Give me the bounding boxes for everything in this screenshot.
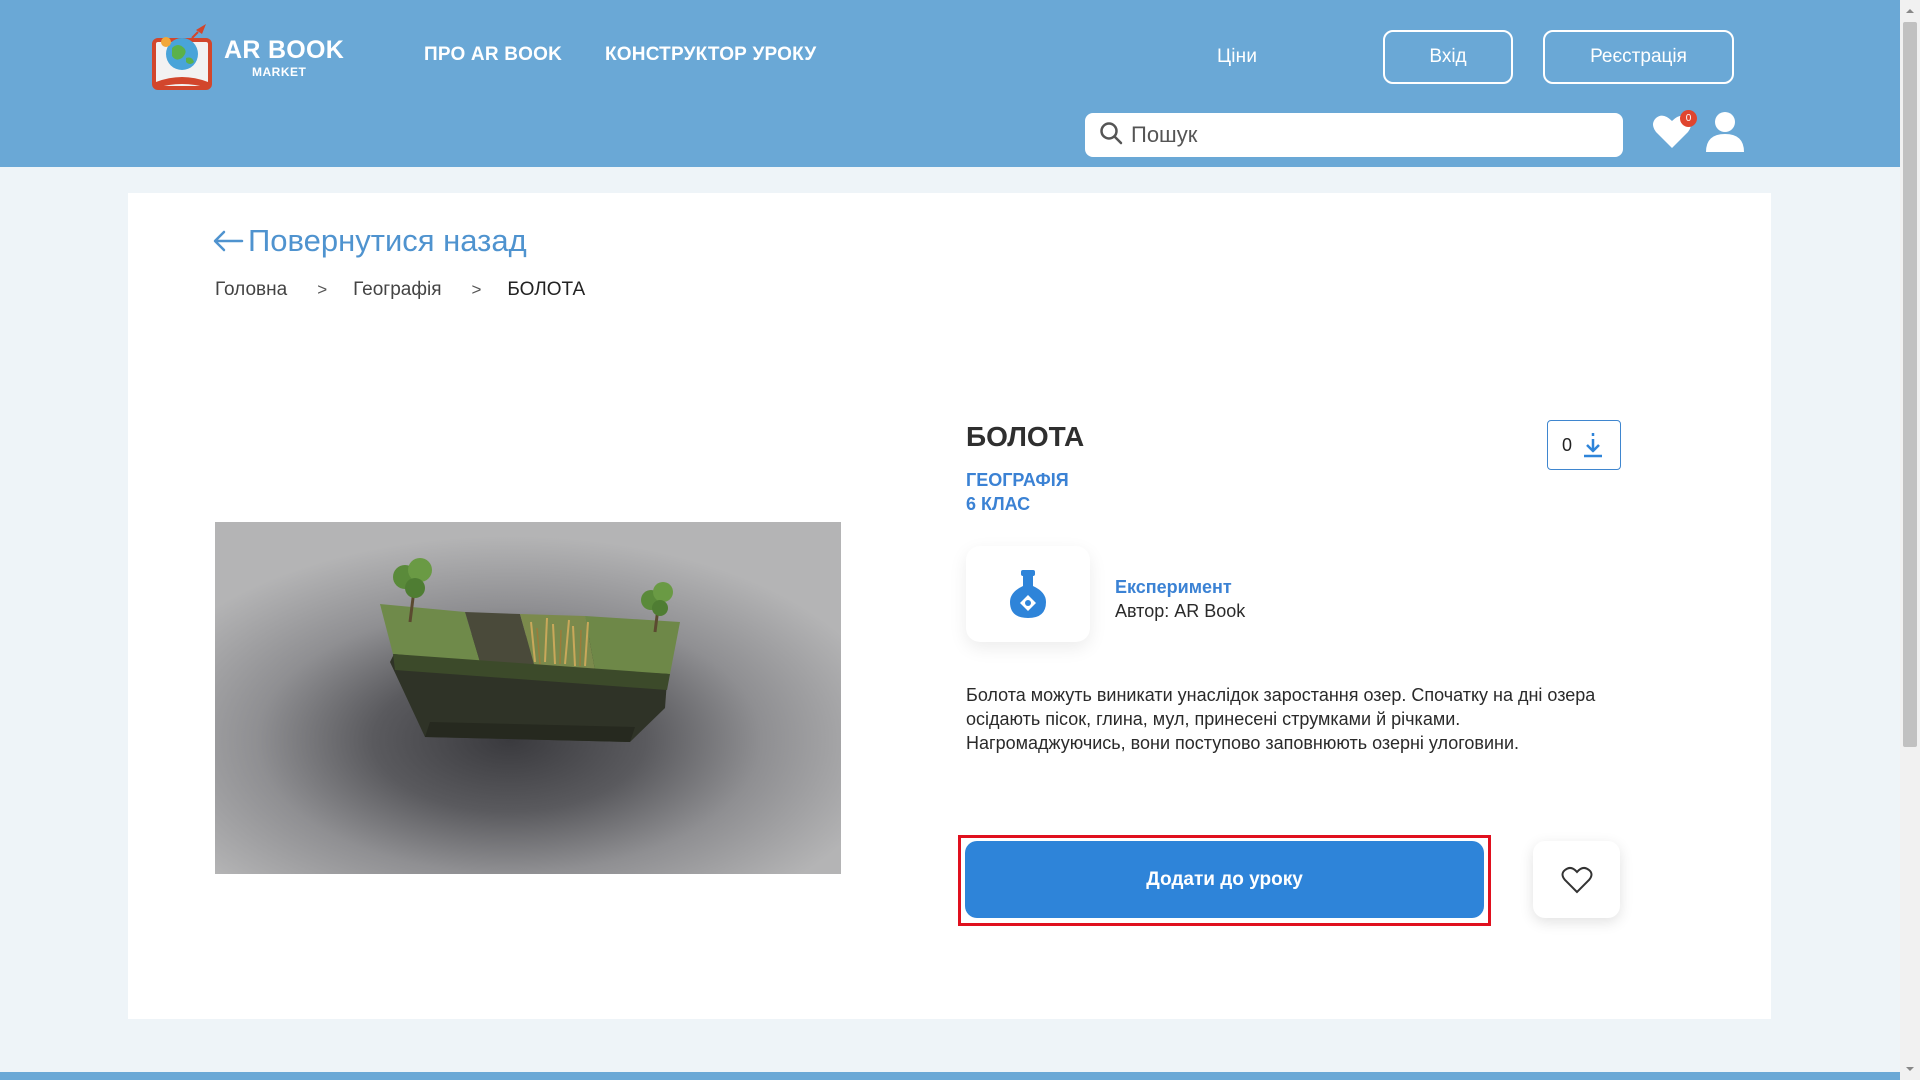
download-button[interactable]: 0 (1547, 420, 1621, 470)
breadcrumb-separator: > (471, 280, 482, 299)
breadcrumb-subject[interactable]: Географія (353, 279, 441, 301)
item-title: БОЛОТА (966, 421, 1085, 452)
item-type-badge (966, 546, 1090, 642)
user-icon (1706, 112, 1744, 152)
login-button[interactable]: Вхід (1383, 30, 1513, 84)
logo-title: AR BOOK (224, 36, 345, 64)
scroll-down-icon[interactable] (1905, 1064, 1915, 1074)
search-input[interactable] (1131, 122, 1611, 148)
footer-strip (0, 1072, 1900, 1080)
item-type-label: Експеримент (1115, 577, 1232, 597)
breadcrumb-separator: > (317, 280, 328, 299)
flask-icon (1010, 570, 1046, 618)
favorites-count-badge: 0 (1680, 110, 1697, 127)
add-to-lesson-button[interactable]: Додати до уроку (965, 841, 1484, 918)
breadcrumb-home[interactable]: Головна (215, 279, 287, 301)
register-button[interactable]: Реєстрація (1543, 30, 1734, 84)
nav-prices[interactable]: Ціни (1217, 46, 1257, 68)
add-to-favorites-button[interactable] (1533, 841, 1620, 918)
favorites-button[interactable]: 0 (1652, 110, 1697, 152)
item-description: Болота можуть виникати унаслідок зароста… (966, 685, 1596, 753)
book-globe-logo-icon (148, 22, 216, 94)
item-author: Автор: AR Book (1115, 601, 1246, 621)
arrow-left-icon (213, 230, 244, 252)
scrollbar-thumb[interactable] (1903, 22, 1917, 747)
heart-outline-icon (1561, 866, 1592, 893)
breadcrumb: Головна > Географія > БОЛОТА (215, 279, 585, 301)
search-icon (1099, 121, 1123, 150)
logo-subtitle: MARKET (252, 65, 307, 79)
download-icon (1584, 433, 1603, 458)
page-scrollbar[interactable] (1900, 0, 1920, 1080)
back-link-label: Повернутися назад (248, 223, 527, 258)
item-card: Повернутися назад Головна > Географія > … (128, 193, 1771, 1019)
breadcrumb-current: БОЛОТА (507, 279, 586, 300)
site-logo[interactable]: AR BOOK MARKET (148, 22, 348, 94)
model-preview[interactable] (215, 522, 841, 874)
site-header: AR BOOK MARKET ПРО AR BOOK КОНСТРУКТОР У… (0, 0, 1900, 167)
swamp-model-image (380, 558, 680, 742)
nav-lesson-constructor[interactable]: КОНСТРУКТОР УРОКУ (605, 44, 816, 66)
item-grade: 6 КЛАС (966, 494, 1031, 514)
download-count: 0 (1562, 434, 1573, 455)
back-link[interactable]: Повернутися назад (212, 223, 527, 259)
nav-about[interactable]: ПРО AR BOOK (424, 44, 562, 66)
search-bar[interactable] (1085, 113, 1623, 157)
item-subject: ГЕОГРАФІЯ (966, 470, 1069, 490)
user-account-button[interactable] (1704, 110, 1746, 154)
scroll-up-icon[interactable] (1905, 6, 1915, 16)
